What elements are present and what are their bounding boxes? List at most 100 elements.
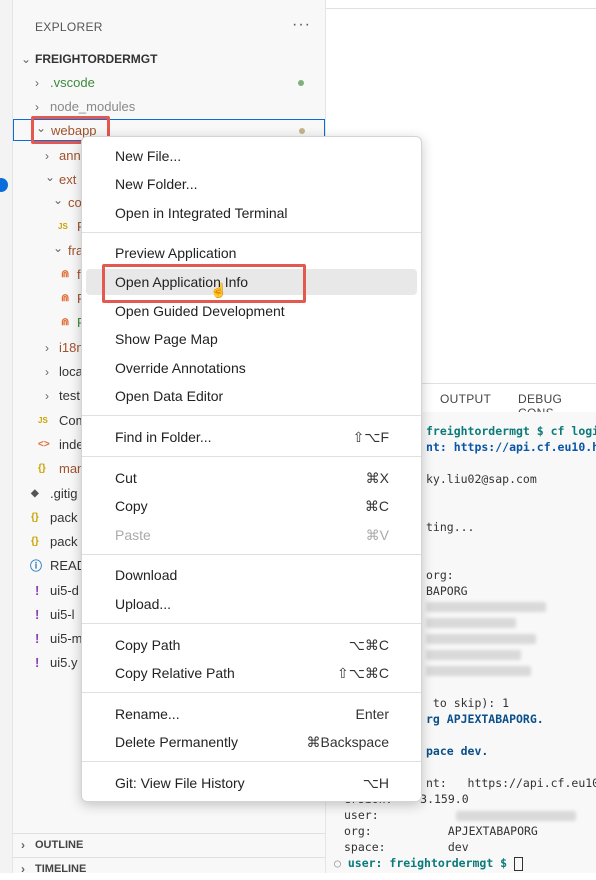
- menu-item-upload[interactable]: Upload...: [86, 591, 417, 617]
- chevron-down-icon: ⌄: [21, 52, 32, 66]
- menu-item-label: New File...: [115, 148, 182, 164]
- redacted-text: [456, 811, 576, 821]
- menu-item-copy-relative-path[interactable]: Copy Relative Path ⇧⌥⌘C: [86, 660, 417, 686]
- tree-item-label: i18n: [59, 340, 84, 355]
- menu-item-label: Git: View File History: [115, 775, 245, 791]
- tree-item-vscode[interactable]: › .vscode: [13, 72, 325, 94]
- workspace-root[interactable]: ⌄ FREIGHTORDERMGT: [13, 48, 325, 70]
- chevron-right-icon: ›: [45, 389, 49, 403]
- redacted-text: [426, 650, 521, 660]
- notification-badge: [0, 178, 8, 192]
- tree-item-label: ui5.y: [50, 655, 78, 670]
- timeline-section-header[interactable]: › TIMELINE: [13, 857, 325, 880]
- editor-tab-bar-divider: [326, 8, 596, 9]
- menu-item-copy-path[interactable]: Copy Path ⌥⌘C: [86, 632, 417, 658]
- xml-file-icon: ⋒: [61, 293, 70, 304]
- json-file-icon: {}: [38, 463, 46, 474]
- chevron-down-icon: ⌄: [53, 241, 64, 255]
- terminal-line: BAPORG: [426, 584, 468, 598]
- xml-file-icon: ⋒: [61, 269, 70, 280]
- chevron-right-icon: ›: [35, 100, 39, 114]
- explorer-title: EXPLORER: [35, 20, 103, 34]
- menu-item-open-integrated-terminal[interactable]: Open in Integrated Terminal: [86, 200, 417, 226]
- menu-separator: [82, 456, 421, 457]
- outline-label: OUTLINE: [35, 839, 84, 851]
- menu-item-label: Cut: [115, 470, 137, 486]
- menu-item-delete-permanently[interactable]: Delete Permanently ⌘Backspace: [86, 729, 417, 755]
- menu-item-show-page-map[interactable]: Show Page Map: [86, 326, 417, 352]
- json-file-icon: {}: [31, 512, 39, 523]
- xml-file-icon: ⋒: [61, 317, 70, 328]
- menu-item-shortcut: ⌥H: [362, 775, 389, 791]
- redacted-text: [426, 602, 546, 612]
- more-actions-icon[interactable]: ···: [292, 16, 311, 34]
- tree-item-label: loca: [59, 364, 83, 379]
- terminal-line: ting...: [426, 520, 475, 534]
- menu-item-preview-application[interactable]: Preview Application: [86, 240, 417, 266]
- tree-item-label: inde: [59, 437, 84, 452]
- yaml-file-icon: !: [35, 631, 40, 646]
- menu-item-copy[interactable]: Copy ⌘C: [86, 493, 417, 519]
- menu-item-label: Delete Permanently: [115, 734, 238, 750]
- menu-item-find-in-folder[interactable]: Find in Folder... ⇧⌥F: [86, 424, 417, 450]
- menu-item-shortcut: ⌘Backspace: [306, 734, 389, 750]
- redacted-text: [426, 618, 516, 628]
- terminal-line: to skip): 1: [426, 696, 510, 710]
- tree-item-label: .gitig: [50, 486, 78, 501]
- menu-item-label: Download: [115, 567, 178, 583]
- menu-item-label: Find in Folder...: [115, 429, 212, 445]
- terminal-line: rg APJEXTABAPORG.: [426, 712, 544, 726]
- menu-separator: [82, 761, 421, 762]
- tree-item-label: ui5-d: [50, 583, 79, 598]
- chevron-right-icon: ›: [45, 365, 49, 379]
- menu-separator: [82, 623, 421, 624]
- json-file-icon: {}: [31, 536, 39, 547]
- html-file-icon: <>: [38, 439, 50, 450]
- menu-item-new-file[interactable]: New File...: [86, 143, 417, 169]
- chevron-right-icon: ›: [21, 862, 25, 876]
- menu-item-shortcut: ⌥⌘C: [348, 637, 389, 653]
- menu-item-rename[interactable]: Rename... Enter: [86, 701, 417, 727]
- menu-item-label: New Folder...: [115, 176, 198, 192]
- menu-item-shortcut: ⌘X: [365, 470, 389, 486]
- js-file-icon: JS: [38, 416, 48, 425]
- chevron-right-icon: ›: [21, 838, 25, 852]
- menu-item-download[interactable]: Download: [86, 562, 417, 588]
- gitignore-file-icon: ◆: [31, 488, 39, 499]
- menu-separator: [82, 232, 421, 233]
- tab-output[interactable]: OUTPUT: [440, 392, 491, 406]
- terminal-line: pace dev.: [426, 744, 489, 758]
- terminal-line: org:: [426, 568, 454, 582]
- tree-item-label: test: [59, 388, 80, 403]
- yaml-file-icon: !: [35, 607, 40, 622]
- menu-item-label: Rename...: [115, 706, 180, 722]
- menu-item-label: Open Data Editor: [115, 388, 224, 404]
- menu-item-cut[interactable]: Cut ⌘X: [86, 465, 417, 491]
- menu-item-override-annotations[interactable]: Override Annotations: [86, 355, 417, 381]
- redacted-text: [426, 634, 536, 644]
- terminal-line: ky.liu02@sap.com: [426, 472, 537, 486]
- outline-section-header[interactable]: › OUTLINE: [13, 833, 325, 856]
- tree-item-label: .vscode: [50, 75, 95, 90]
- terminal-prompt: ○ user: freightordermgt $: [334, 856, 524, 871]
- tree-item-label: pack: [50, 534, 78, 549]
- menu-item-label: Preview Application: [115, 245, 237, 261]
- menu-item-label: Upload...: [115, 596, 172, 612]
- tree-item-label: ui5-l: [50, 607, 75, 622]
- workspace-root-label: FREIGHTORDERMGT: [35, 52, 158, 66]
- menu-item-new-folder[interactable]: New Folder...: [86, 171, 417, 197]
- highlight-box-open-application-info: [102, 264, 306, 303]
- tree-item-label: pack: [50, 510, 78, 525]
- menu-separator: [82, 554, 421, 555]
- chevron-right-icon: ›: [45, 341, 49, 355]
- menu-item-git-view-file-history[interactable]: Git: View File History ⌥H: [86, 770, 417, 796]
- terminal-line: space: dev: [344, 840, 469, 854]
- menu-item-label: Paste: [115, 527, 151, 543]
- terminal-line: freightordermgt $ cf login: [426, 424, 596, 438]
- tree-item-label: node_modules: [50, 99, 136, 114]
- menu-item-open-data-editor[interactable]: Open Data Editor: [86, 383, 417, 409]
- tree-item-node-modules[interactable]: › node_modules: [13, 96, 325, 118]
- terminal-line: nt: https://api.cf.eu10.h: [426, 440, 596, 454]
- menu-item-label: Override Annotations: [115, 360, 246, 376]
- terminal-line: user:: [344, 808, 379, 822]
